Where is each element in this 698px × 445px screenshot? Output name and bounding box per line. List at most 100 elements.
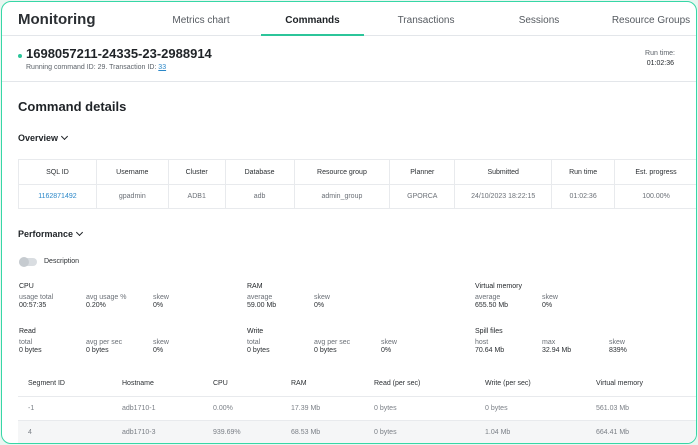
sql-id-link[interactable]: 1162871492 — [18, 184, 97, 209]
cell-hostname: adb1710-3 — [112, 419, 203, 443]
command-header: 1698057211-24335-23-2988914 Running comm… — [2, 37, 696, 82]
metric-label: skew — [609, 339, 625, 346]
cell-ram: 68.53 Mb — [281, 419, 364, 443]
metric-label: skew — [314, 294, 330, 301]
cell-hostname: adb1710-1 — [112, 395, 203, 420]
switch-knob — [19, 257, 29, 267]
runtime-value: 01:02:36 — [646, 60, 674, 67]
segments-table: Segment ID Hostname CPU RAM Read (per se… — [18, 372, 696, 443]
running-status-icon — [18, 54, 22, 58]
metric-value: 70.64 Mb — [475, 347, 505, 354]
cell-database: adb — [224, 184, 295, 209]
cell-virtual-memory: 561.03 Mb — [586, 395, 696, 420]
col-username: Username — [95, 159, 169, 185]
cell-cluster: ADB1 — [167, 184, 226, 209]
metric-value: 00:57:35 — [19, 302, 47, 309]
spill-host: host 70.64 Mb — [475, 339, 504, 355]
col-cluster: Cluster — [167, 159, 226, 185]
spill-max: max 32.94 Mb — [542, 339, 571, 355]
overview-toggle[interactable]: Overview — [18, 132, 69, 143]
metric-label: max — [542, 339, 556, 346]
segments-header-row: Segment ID Hostname CPU RAM Read (per se… — [18, 372, 696, 396]
metric-label: skew — [153, 294, 169, 301]
write-skew: skew 0% — [381, 339, 397, 355]
col-cpu: CPU — [213, 380, 228, 388]
cell-submitted: 24/10/2023 18:22:15 — [454, 184, 553, 209]
description-label: Description — [44, 258, 80, 265]
app-title: Monitoring — [18, 11, 96, 28]
metric-value: 0% — [381, 347, 392, 354]
cpu-usage-total: usage total 00:57:35 — [19, 294, 53, 310]
cell-segment-id: 4 — [18, 419, 112, 443]
cell-read: 0 bytes — [364, 419, 475, 443]
col-segment-id: Segment ID — [28, 380, 65, 388]
cpu-skew: skew 0% — [153, 294, 169, 310]
metric-label: usage total — [19, 294, 54, 301]
overview-table: SQL ID Username Cluster Database Resourc… — [18, 159, 696, 209]
metric-label: avg usage % — [86, 294, 127, 301]
cell-virtual-memory: 664.41 Mb — [586, 419, 696, 443]
overview-label: Overview — [18, 133, 59, 143]
metric-label: average — [247, 294, 273, 301]
tab-metrics-chart[interactable]: Metrics chart — [142, 2, 260, 36]
col-virtual-memory: Virtual memory — [596, 380, 643, 388]
metric-value: 0 bytes — [19, 347, 42, 354]
read-total: total 0 bytes — [19, 339, 42, 355]
cell-ram: 17.39 Mb — [281, 395, 364, 420]
tab-sessions[interactable]: Sessions — [487, 2, 591, 36]
col-write-per-sec: Write (per sec) — [485, 380, 531, 388]
chevron-down-icon — [60, 132, 69, 141]
vmem-average: average 655.50 Mb — [475, 294, 508, 310]
app-window: Monitoring Metrics chart Commands Transa… — [1, 1, 697, 444]
metric-label: total — [19, 339, 33, 346]
metric-label: skew — [381, 339, 397, 346]
cell-run-time: 01:02:36 — [551, 184, 616, 209]
metric-value: 59.00 Mb — [247, 302, 277, 309]
write-avg-per-sec: avg per sec 0 bytes — [314, 339, 350, 355]
cell-segment-id: -1 — [18, 395, 112, 420]
table-row[interactable]: 4 adb1710-3 939.69% 68.53 Mb 0 bytes 1.0… — [18, 419, 696, 443]
tab-commands[interactable]: Commands — [261, 2, 364, 36]
top-navigation: Monitoring Metrics chart Commands Transa… — [2, 2, 696, 36]
cell-resource-group: admin_group — [293, 184, 391, 209]
metric-value: 0 bytes — [314, 347, 337, 354]
ram-title: RAM — [247, 283, 263, 290]
cell-write: 1.04 Mb — [475, 419, 586, 443]
vmem-skew: skew 0% — [542, 294, 558, 310]
command-subtitle: Running command ID: 29. Transaction ID: … — [26, 64, 166, 71]
table-row[interactable]: -1 adb1710-1 0.00% 17.39 Mb 0 bytes 0 by… — [18, 395, 696, 420]
description-switch[interactable] — [19, 257, 37, 267]
col-sql-id: SQL ID — [18, 159, 97, 185]
col-submitted: Submitted — [454, 159, 553, 185]
read-avg-per-sec: avg per sec 0 bytes — [86, 339, 122, 355]
metric-value: 0 bytes — [247, 347, 270, 354]
tab-resource-groups[interactable]: Resource Groups — [600, 2, 696, 36]
overview-row: 1162871492 gpadmin ADB1 adb admin_group … — [18, 184, 696, 209]
cell-cpu: 0.00% — [203, 395, 281, 420]
tab-transactions[interactable]: Transactions — [374, 2, 478, 36]
write-title: Write — [247, 328, 264, 335]
cpu-title: CPU — [19, 283, 34, 290]
runtime-label: Run time: — [645, 50, 675, 57]
performance-toggle[interactable]: Performance — [18, 228, 84, 239]
metric-value: 0.20% — [86, 302, 106, 309]
cell-planner: GPORCA — [389, 184, 456, 209]
spill-files-title: Spill files — [475, 328, 503, 335]
metric-value: 0 bytes — [86, 347, 109, 354]
col-hostname: Hostname — [122, 380, 154, 388]
performance-label: Performance — [18, 229, 74, 239]
metric-label: skew — [153, 339, 169, 346]
cell-est-progress: 100.00% — [614, 184, 696, 209]
metric-label: total — [247, 339, 261, 346]
overview-header-row: SQL ID Username Cluster Database Resourc… — [18, 159, 696, 185]
metric-label: skew — [542, 294, 558, 301]
cell-read: 0 bytes — [364, 395, 475, 420]
virtual-memory-title: Virtual memory — [475, 283, 522, 290]
cell-cpu: 939.69% — [203, 419, 281, 443]
metric-value: 32.94 Mb — [542, 347, 572, 354]
col-est-progress: Est. progress — [614, 159, 696, 185]
col-resource-group: Resource group — [293, 159, 391, 185]
transaction-id-link[interactable]: 33 — [158, 64, 166, 71]
col-ram: RAM — [291, 380, 307, 388]
metric-label: avg per sec — [314, 339, 351, 346]
